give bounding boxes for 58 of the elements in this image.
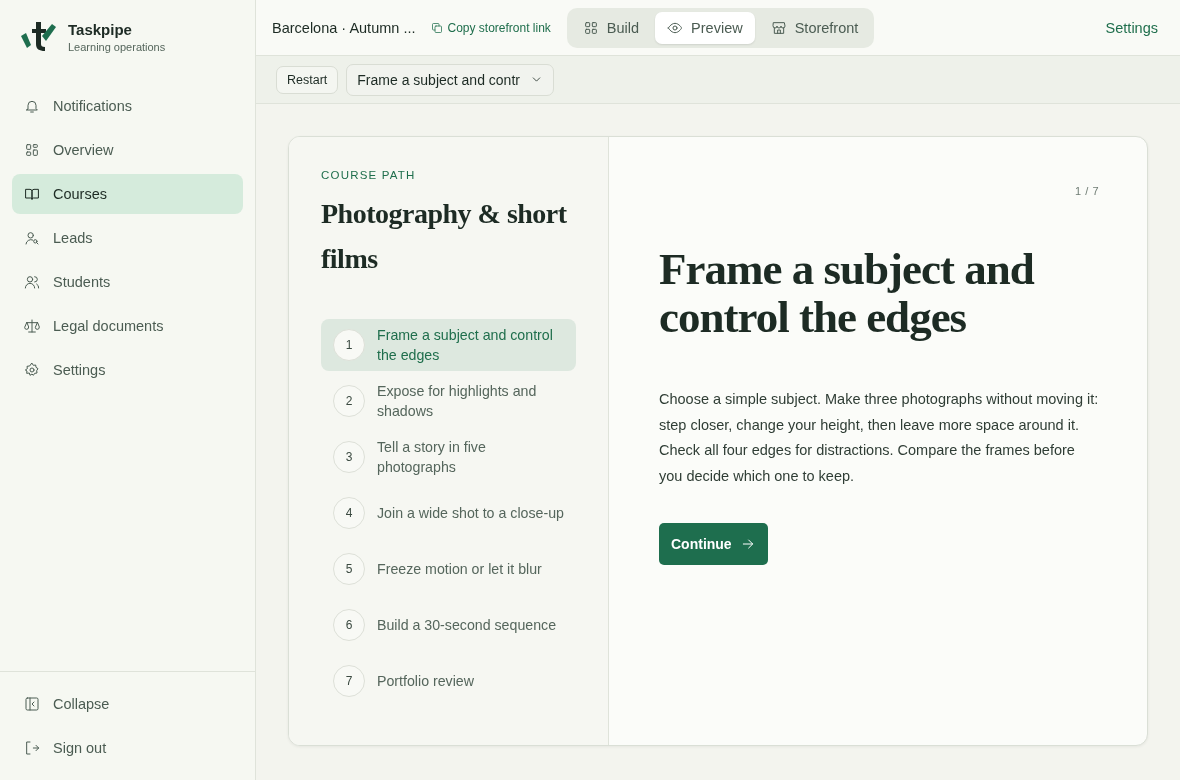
step-label: Build a 30-second sequence bbox=[377, 616, 557, 635]
collapse-icon bbox=[24, 696, 40, 712]
copy-link[interactable]: Copy storefront link bbox=[431, 20, 551, 35]
step-label: Frame a subject and control the edges bbox=[377, 326, 554, 365]
settings-link[interactable]: Settings bbox=[1099, 18, 1164, 37]
book-icon bbox=[24, 186, 40, 202]
tab[interactable]: Storefront bbox=[758, 11, 871, 44]
sidebar-item[interactable]: Courses bbox=[12, 174, 243, 214]
users-icon bbox=[24, 274, 40, 290]
sidebar-item[interactable]: Students bbox=[12, 262, 243, 302]
step-label: Portfolio review bbox=[377, 672, 474, 691]
step-label: Expose for highlights and shadows bbox=[377, 382, 538, 421]
sign-out-icon bbox=[24, 740, 40, 756]
tab[interactable]: Build bbox=[570, 11, 652, 44]
sign-out-button[interactable]: Sign out bbox=[12, 728, 243, 768]
sidebar-item[interactable]: Legal documents bbox=[12, 306, 243, 346]
tab[interactable]: Preview bbox=[655, 11, 755, 44]
store-icon bbox=[770, 19, 787, 36]
step-item[interactable]: 5 Freeze motion or let it blur bbox=[321, 543, 576, 595]
sidebar-item[interactable]: Settings bbox=[12, 350, 243, 390]
bell-icon bbox=[24, 98, 40, 114]
step-item[interactable]: 6 Build a 30-second sequence bbox=[321, 599, 576, 651]
step-dropdown[interactable]: Frame a subject and contr bbox=[346, 63, 554, 96]
step-item[interactable]: 1 Frame a subject and control the edges bbox=[321, 319, 576, 371]
step-number: 2 bbox=[333, 385, 365, 417]
step-label: Tell a story in five photographs bbox=[377, 438, 487, 477]
step-number: 1 bbox=[333, 329, 365, 361]
step-item[interactable]: 7 Portfolio review bbox=[321, 655, 576, 707]
step-counter: 1 / 7 bbox=[1075, 185, 1099, 197]
step-number: 5 bbox=[333, 553, 365, 585]
user-search-icon bbox=[24, 230, 40, 246]
step-number: 7 bbox=[333, 665, 365, 697]
step-number: 3 bbox=[333, 441, 365, 473]
copy-icon bbox=[431, 21, 444, 34]
step-label: Join a wide shot to a close-up bbox=[377, 504, 564, 523]
lesson-text: Choose a simple subject. Make three photographs without moving it: step closer, change your height, then leave more space around it. Check all four edges for distractions. Compare the frames before you decide which one to keep. bbox=[659, 390, 1099, 486]
step-item[interactable]: 3 Tell a story in five photographs bbox=[321, 431, 576, 483]
step-item[interactable]: 2 Expose for highlights and shadows bbox=[321, 375, 576, 427]
scale-icon bbox=[24, 318, 40, 334]
step-number: 4 bbox=[333, 497, 365, 529]
course-heading: Photography & short films bbox=[321, 197, 568, 276]
course-title: Barcelona · Autumn ... bbox=[272, 19, 416, 36]
step-number: 6 bbox=[333, 609, 365, 641]
step-item[interactable]: 4 Join a wide shot to a close-up bbox=[321, 487, 576, 539]
brand-subtitle: Learning operations bbox=[68, 41, 166, 53]
continue-button[interactable]: Continue bbox=[659, 523, 768, 565]
settings-icon bbox=[24, 362, 40, 378]
sidebar-item[interactable]: Notifications bbox=[12, 86, 243, 126]
restart-button[interactable]: Restart bbox=[276, 65, 339, 94]
step-label: Freeze motion or let it blur bbox=[377, 560, 542, 579]
lesson-title: Frame a subject and control the edges bbox=[659, 245, 1036, 341]
grid-icon bbox=[582, 19, 599, 36]
section-label: COURSE PATH bbox=[321, 169, 417, 181]
sidebar-item[interactable]: Overview bbox=[12, 130, 243, 170]
collapse-button[interactable]: Collapse bbox=[12, 684, 243, 724]
sidebar-item[interactable]: Leads bbox=[12, 218, 243, 258]
brand-name: Taskpipe bbox=[68, 21, 133, 38]
grid-icon bbox=[24, 142, 40, 158]
